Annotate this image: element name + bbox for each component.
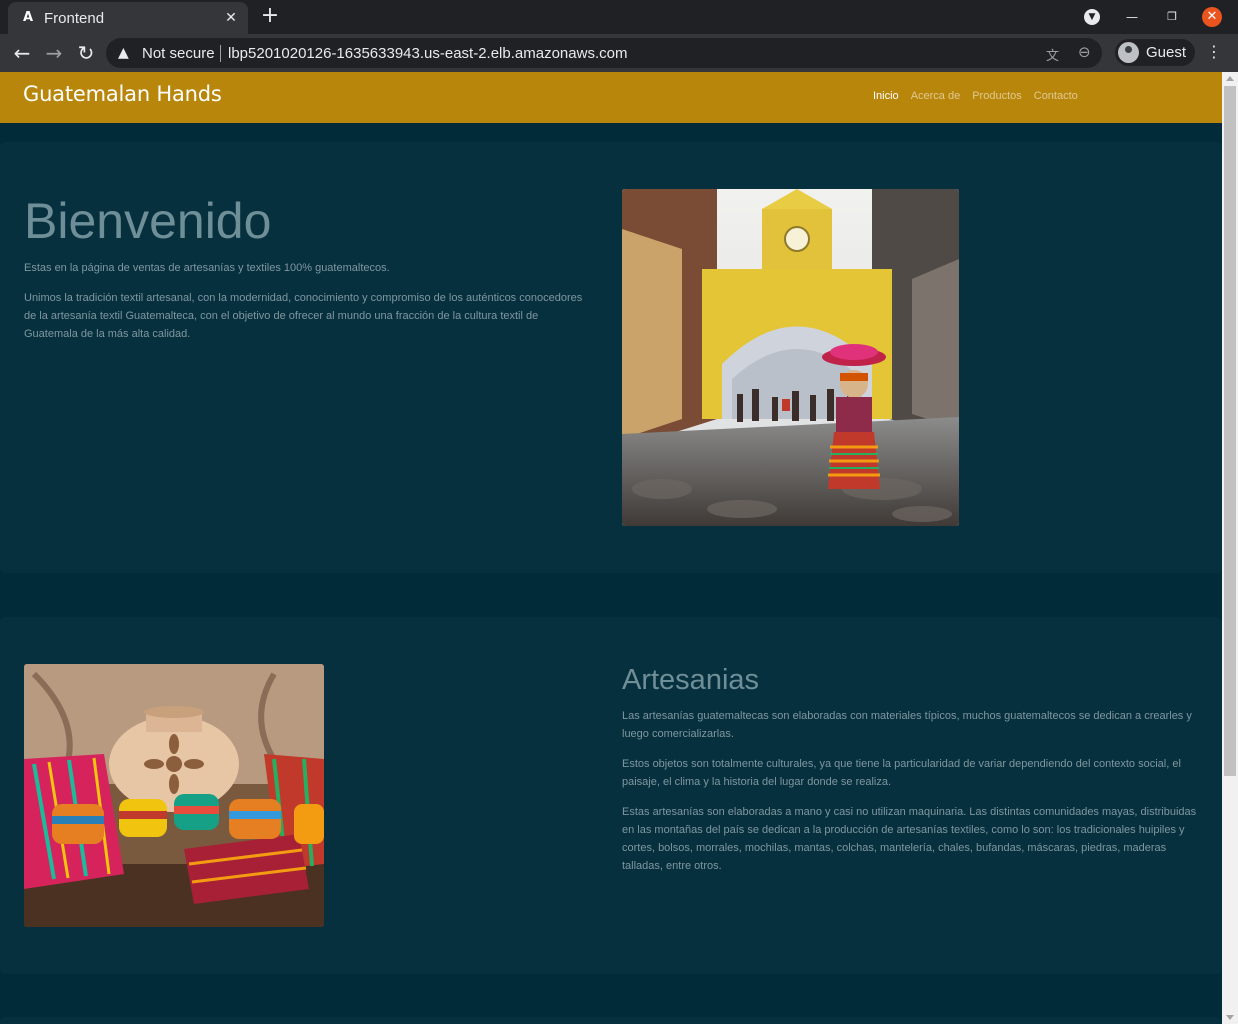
- artesanias-paragraph-2: Estos objetos son totalmente culturales,…: [622, 758, 1181, 788]
- arrow-right-icon[interactable]: →: [42, 41, 66, 65]
- tab-title: Frontend: [44, 10, 105, 27]
- omnibox-divider: [220, 45, 221, 62]
- site-brand[interactable]: Guatemalan Hands: [23, 82, 222, 106]
- artesanias-title: Artesanias: [622, 664, 760, 696]
- browser-toolbar: ← → ↻ ▲ Not secure lbp5201020126-1635633…: [0, 34, 1238, 72]
- zoom-icon[interactable]: ⊖: [1078, 43, 1091, 61]
- nav-link-acerca-de[interactable]: Acerca de: [911, 90, 961, 102]
- next-section: [0, 1017, 1222, 1024]
- profile-name: Guest: [1146, 44, 1187, 61]
- page-scrollbar[interactable]: [1222, 72, 1238, 1024]
- nav-link-inicio[interactable]: Inicio: [873, 90, 899, 102]
- welcome-section: Bienvenido Estas en la página de ventas …: [0, 142, 1222, 573]
- chevron-down-icon[interactable]: ▼: [1084, 9, 1100, 25]
- translate-icon[interactable]: 文: [1046, 45, 1059, 64]
- restore-icon[interactable]: ❐: [1162, 7, 1182, 27]
- nav-links: Inicio Acerca de Productos Contacto: [873, 90, 1078, 102]
- antigua-arch-photo: [622, 189, 959, 526]
- close-icon[interactable]: ✕: [222, 9, 240, 27]
- plus-icon[interactable]: +: [258, 5, 282, 29]
- crafts-illustration: [24, 664, 324, 927]
- warning-icon[interactable]: ▲: [118, 45, 129, 61]
- reload-icon[interactable]: ↻: [74, 41, 98, 65]
- minimize-icon[interactable]: —: [1122, 7, 1142, 27]
- welcome-title: Bienvenido: [24, 193, 272, 249]
- profile-button[interactable]: Guest: [1115, 39, 1195, 66]
- scroll-thumb[interactable]: [1224, 86, 1236, 776]
- nav-link-contacto[interactable]: Contacto: [1034, 90, 1078, 102]
- artesanias-paragraph-3: Estas artesanías son elaboradas a mano y…: [622, 806, 1197, 872]
- scroll-up-icon[interactable]: [1226, 76, 1234, 81]
- angular-favicon-icon: A: [22, 10, 34, 25]
- nav-link-productos[interactable]: Productos: [972, 90, 1022, 102]
- welcome-intro: Estas en la página de ventas de artesaní…: [24, 262, 390, 274]
- page-viewport: Guatemalan Hands Inicio Acerca de Produc…: [0, 72, 1222, 1024]
- kebab-menu-icon[interactable]: ⋮: [1204, 42, 1224, 62]
- url-text[interactable]: lbp5201020126-1635633943.us-east-2.elb.a…: [228, 45, 627, 62]
- artesanias-section: Artesanias Las artesanías guatemaltecas …: [0, 617, 1222, 974]
- arrow-left-icon[interactable]: ←: [10, 41, 34, 65]
- close-window-icon[interactable]: ✕: [1202, 7, 1222, 27]
- avatar: [1118, 42, 1139, 63]
- browser-tab-bar: A Frontend ✕ + ▼ — ❐ ✕: [0, 0, 1238, 34]
- address-bar[interactable]: ▲ Not secure lbp5201020126-1635633943.us…: [106, 38, 1102, 68]
- crafts-photo: [24, 664, 324, 927]
- site-navbar: Guatemalan Hands Inicio Acerca de Produc…: [0, 72, 1222, 123]
- security-label[interactable]: Not secure: [142, 45, 215, 62]
- welcome-description: Unimos la tradición textil artesanal, co…: [24, 292, 583, 340]
- antigua-arch-illustration: [622, 189, 959, 526]
- scroll-down-icon[interactable]: [1226, 1015, 1234, 1020]
- browser-tab[interactable]: A Frontend ✕: [8, 2, 248, 34]
- artesanias-paragraph-1: Las artesanías guatemaltecas son elabora…: [622, 710, 1192, 740]
